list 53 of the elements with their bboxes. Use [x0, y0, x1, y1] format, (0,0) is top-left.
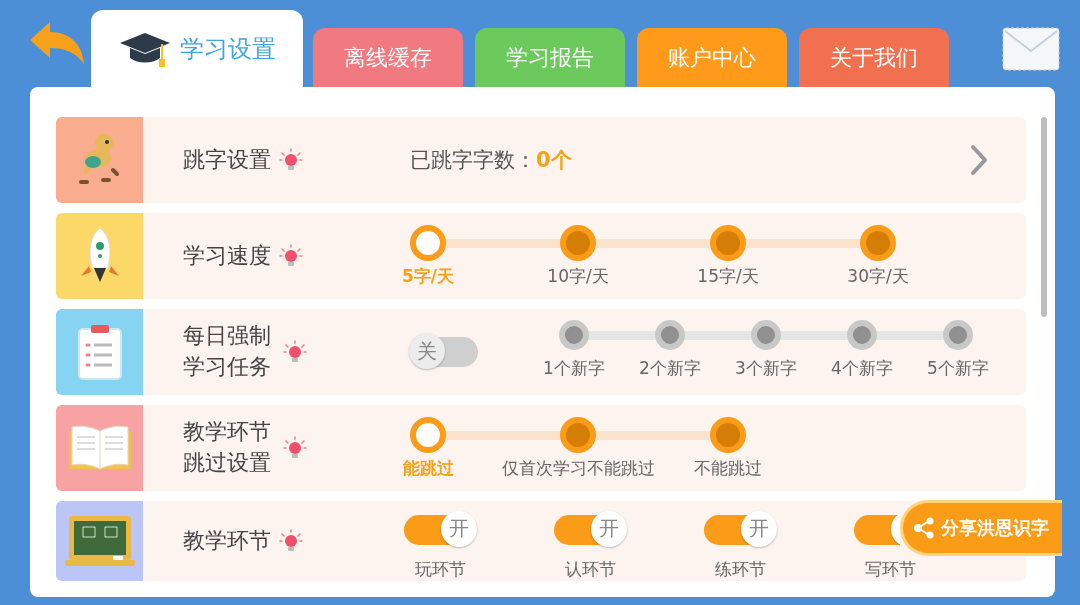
- skipped-count-label: 已跳字字数：: [410, 147, 536, 174]
- setting-title: 学习速度: [183, 241, 271, 270]
- step-option[interactable]: [943, 319, 973, 350]
- step-option[interactable]: [560, 416, 596, 453]
- step-label: 2个新字: [639, 356, 701, 380]
- step-label: 5字/天: [401, 264, 454, 288]
- step-option[interactable]: [559, 319, 589, 350]
- step-label: 30字/天: [847, 264, 909, 288]
- skipped-count-value: 0个: [536, 147, 572, 174]
- step-label: 仅首次学习不能跳过: [501, 456, 655, 480]
- lightbulb-icon: [279, 529, 303, 553]
- toggle-label: 玩环节: [414, 557, 466, 581]
- step-option[interactable]: [560, 224, 596, 261]
- clipboard-icon: [76, 323, 123, 381]
- step-label: 4个新字: [831, 356, 893, 380]
- setting-title: 跳字设置: [183, 145, 271, 174]
- step-label: 能跳过: [402, 456, 454, 480]
- setting-title: 教学环节: [183, 526, 271, 555]
- back-arrow-icon[interactable]: [28, 20, 86, 66]
- lightbulb-icon: [279, 244, 303, 268]
- chevron-right-icon[interactable]: [970, 144, 988, 176]
- toggle-label: 练环节: [714, 557, 766, 581]
- step-option[interactable]: [655, 319, 685, 350]
- step-label: 10字/天: [547, 264, 609, 288]
- setting-title: 每日强制学习任务: [183, 322, 272, 381]
- step-option[interactable]: [710, 416, 746, 453]
- step-option[interactable]: [410, 416, 446, 453]
- blackboard-icon: [64, 514, 135, 568]
- step-option[interactable]: [751, 319, 781, 350]
- step-option[interactable]: [410, 224, 446, 261]
- tab[interactable]: 关于我们: [799, 28, 949, 87]
- tab[interactable]: 学习设置: [91, 10, 303, 87]
- step-label: 3个新字: [735, 356, 797, 380]
- step-label: 15字/天: [697, 264, 759, 288]
- step-option[interactable]: [847, 319, 877, 350]
- step-option[interactable]: [860, 224, 896, 261]
- tab[interactable]: 账户中心: [637, 28, 787, 87]
- lightbulb-icon: [283, 436, 308, 460]
- step-option[interactable]: [710, 224, 746, 261]
- lightbulb-icon: [279, 148, 303, 172]
- step-label: 5个新字: [927, 356, 989, 380]
- toggle-label: 写环节: [864, 557, 916, 581]
- setting-title: 教学环节跳过设置: [183, 418, 272, 477]
- step-label: 1个新字: [543, 356, 605, 380]
- tab[interactable]: 学习报告: [475, 28, 625, 87]
- step-label: 不能跳过: [694, 456, 762, 480]
- lightbulb-icon: [283, 340, 308, 364]
- toggle-label: 认环节: [564, 557, 616, 581]
- scrollbar[interactable]: [1041, 117, 1047, 317]
- tab[interactable]: 离线缓存: [313, 28, 463, 87]
- share-button[interactable]: 分享洪恩识字: [900, 500, 1062, 556]
- share-icon: [913, 517, 935, 539]
- envelope-icon[interactable]: [1002, 27, 1060, 71]
